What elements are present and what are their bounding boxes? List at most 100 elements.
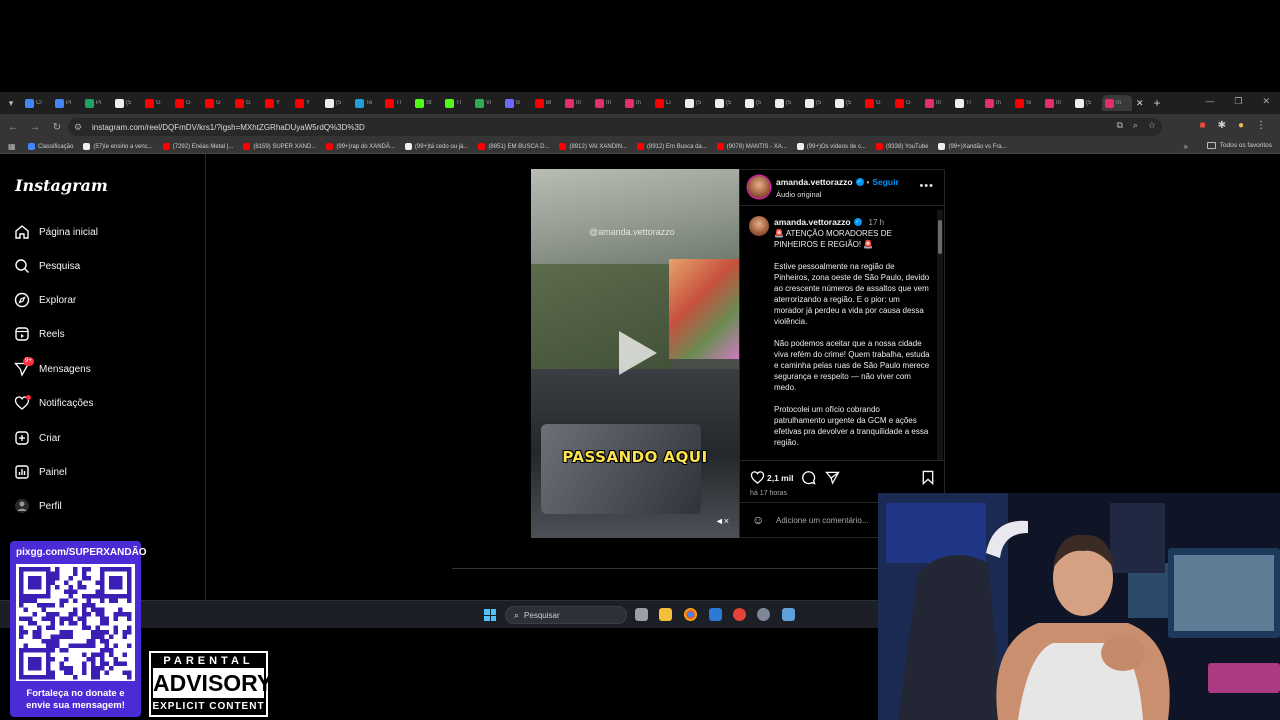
browser-tab[interactable]: (5 <box>682 95 712 111</box>
author-username[interactable]: amanda.vettorazzo <box>776 177 853 187</box>
more-bookmarks-icon[interactable]: » <box>1184 142 1188 151</box>
tab-search-icon[interactable]: ▾ <box>4 96 18 110</box>
browser-tab[interactable]: Cl <box>22 95 52 111</box>
caption-scrollbar[interactable] <box>937 210 943 460</box>
browser-tab[interactable]: In <box>1042 95 1072 111</box>
windows-start-icon[interactable] <box>484 609 496 621</box>
reload-icon[interactable]: ↻ <box>48 122 66 133</box>
browser-tab[interactable]: G <box>892 95 922 111</box>
reel-video[interactable]: @amanda.vettorazzo PASSANDO AQUI ◄× <box>531 169 739 538</box>
browser-tab[interactable]: (5 <box>712 95 742 111</box>
url-field[interactable]: ⚙ instagram.com/reel/DQFmDV/krs1/?igsh=M… <box>68 118 1162 136</box>
nav-reels[interactable]: Reels <box>14 324 65 344</box>
browser-tab[interactable]: (5 <box>742 95 772 111</box>
site-info-icon[interactable]: ⚙ <box>74 122 86 133</box>
audio-label[interactable]: Áudio original <box>776 190 821 199</box>
back-icon[interactable]: ← <box>4 122 22 133</box>
scrollbar-thumb[interactable] <box>938 220 942 254</box>
forward-icon[interactable]: → <box>26 122 44 133</box>
avatar[interactable] <box>748 176 770 198</box>
all-favorites-folder[interactable]: Todos os favoritos <box>1206 142 1272 149</box>
browser-tab[interactable]: In <box>592 95 622 111</box>
nav-messages[interactable]: 9+ Mensagens <box>14 357 91 379</box>
more-options-icon[interactable]: ••• <box>919 180 934 192</box>
play-icon[interactable] <box>619 331 657 375</box>
caption-username[interactable]: amanda.vettorazzo <box>774 217 851 227</box>
browser-tab[interactable]: Pi <box>52 95 82 111</box>
chrome-icon[interactable] <box>684 608 697 621</box>
bookmark-item[interactable]: (99+)Os vídeos de c... <box>796 143 866 150</box>
nav-search[interactable]: Pesquisa <box>14 256 80 276</box>
browser-tab[interactable]: In <box>922 95 952 111</box>
browser-tab[interactable]: Te <box>352 95 382 111</box>
bookmark-item[interactable]: (99+)Xandão vs Fra... <box>938 143 1007 150</box>
settings-gear-icon[interactable] <box>757 608 770 621</box>
install-app-icon[interactable]: ⧉ <box>1116 120 1122 131</box>
zoom-icon[interactable]: ⌕ <box>1133 120 1138 131</box>
mute-icon[interactable]: ◄× <box>715 516 729 526</box>
taskbar-search[interactable]: ⌕ Pesquisar <box>505 606 627 624</box>
browser-tab[interactable]: Vi <box>472 95 502 111</box>
like-count[interactable]: 2,1 mil <box>767 473 793 483</box>
file-explorer-icon[interactable] <box>659 608 672 621</box>
follow-button[interactable]: Seguir <box>872 177 898 187</box>
browser-tab[interactable]: In <box>982 95 1012 111</box>
close-window-icon[interactable]: ✕ <box>1262 96 1270 107</box>
app-icon[interactable] <box>782 608 795 621</box>
browser-tab[interactable]: G <box>202 95 232 111</box>
profile-avatar-icon[interactable]: ● <box>1238 120 1244 131</box>
app-icon[interactable] <box>709 608 722 621</box>
app-icon[interactable] <box>733 608 746 621</box>
new-tab-icon[interactable]: + <box>1154 96 1161 110</box>
menu-icon[interactable]: ⋮ <box>1256 120 1266 131</box>
nav-notifications[interactable]: Notificações <box>14 393 93 413</box>
nav-create[interactable]: Criar <box>14 428 61 448</box>
save-bookmark-icon[interactable] <box>920 469 936 485</box>
bookmark-item[interactable]: (8912) Em Busca da... <box>637 143 707 150</box>
bookmark-item[interactable]: (57)Ie ensino a venc... <box>83 143 153 150</box>
browser-tab[interactable]: In <box>622 95 652 111</box>
bookmark-item[interactable]: Classificação <box>28 143 73 150</box>
browser-tab[interactable]: (5 <box>802 95 832 111</box>
bookmark-item[interactable]: (8912) VAI XANDIN... <box>559 143 627 150</box>
browser-tab[interactable]: G <box>862 95 892 111</box>
browser-tab[interactable]: St <box>412 95 442 111</box>
browser-tab[interactable]: Pi <box>82 95 112 111</box>
browser-tab[interactable]: Tl <box>442 95 472 111</box>
bookmark-item[interactable]: (9338) YouTube <box>875 143 928 150</box>
nav-explore[interactable]: Explorar <box>14 290 76 310</box>
browser-tab[interactable]: (5 <box>832 95 862 111</box>
maximize-icon[interactable]: ❐ <box>1234 96 1242 107</box>
emoji-icon[interactable]: ☺ <box>752 513 764 527</box>
browser-tab[interactable]: Bl <box>532 95 562 111</box>
browser-tab[interactable]: (5 <box>772 95 802 111</box>
comment-icon[interactable] <box>800 469 816 485</box>
bookmark-item[interactable]: (99+)tá cedo ou já... <box>404 143 468 150</box>
share-icon[interactable] <box>824 469 840 485</box>
browser-tab[interactable]: (5 <box>1072 95 1102 111</box>
bookmark-item[interactable]: (9078) MANTIS - XA... <box>716 143 787 150</box>
bookmark-item[interactable]: (99+)rap do XANDÃ... <box>326 143 395 150</box>
browser-tab[interactable]: B <box>502 95 532 111</box>
browser-tab[interactable]: G <box>232 95 262 111</box>
browser-tab[interactable]: Li <box>652 95 682 111</box>
browser-tab[interactable]: (5 <box>112 95 142 111</box>
close-tab-icon[interactable]: ✕ <box>1136 98 1144 109</box>
minimize-icon[interactable]: — <box>1205 96 1214 107</box>
task-view-icon[interactable] <box>635 608 648 621</box>
instagram-logo[interactable]: Instagram <box>15 176 108 195</box>
like-heart-icon[interactable] <box>749 469 765 485</box>
nav-home[interactable]: Página inicial <box>14 222 98 242</box>
browser-tab[interactable]: In <box>562 95 592 111</box>
extension-icon[interactable]: ■ <box>1200 120 1206 131</box>
browser-tab[interactable]: In <box>1102 95 1132 111</box>
browser-tab[interactable]: Si <box>1012 95 1042 111</box>
browser-tab[interactable]: G <box>142 95 172 111</box>
browser-tab[interactable]: Y <box>262 95 292 111</box>
bookmark-item[interactable]: (7292) Enéas Metal |... <box>162 143 233 150</box>
bookmark-item[interactable]: (8851) EM BUSCA D... <box>478 143 549 150</box>
browser-tab[interactable]: (5 <box>322 95 352 111</box>
nav-dashboard[interactable]: Painel <box>14 462 67 482</box>
extensions-puzzle-icon[interactable]: ✱ <box>1218 120 1226 131</box>
nav-profile[interactable]: Perfil <box>14 496 62 516</box>
